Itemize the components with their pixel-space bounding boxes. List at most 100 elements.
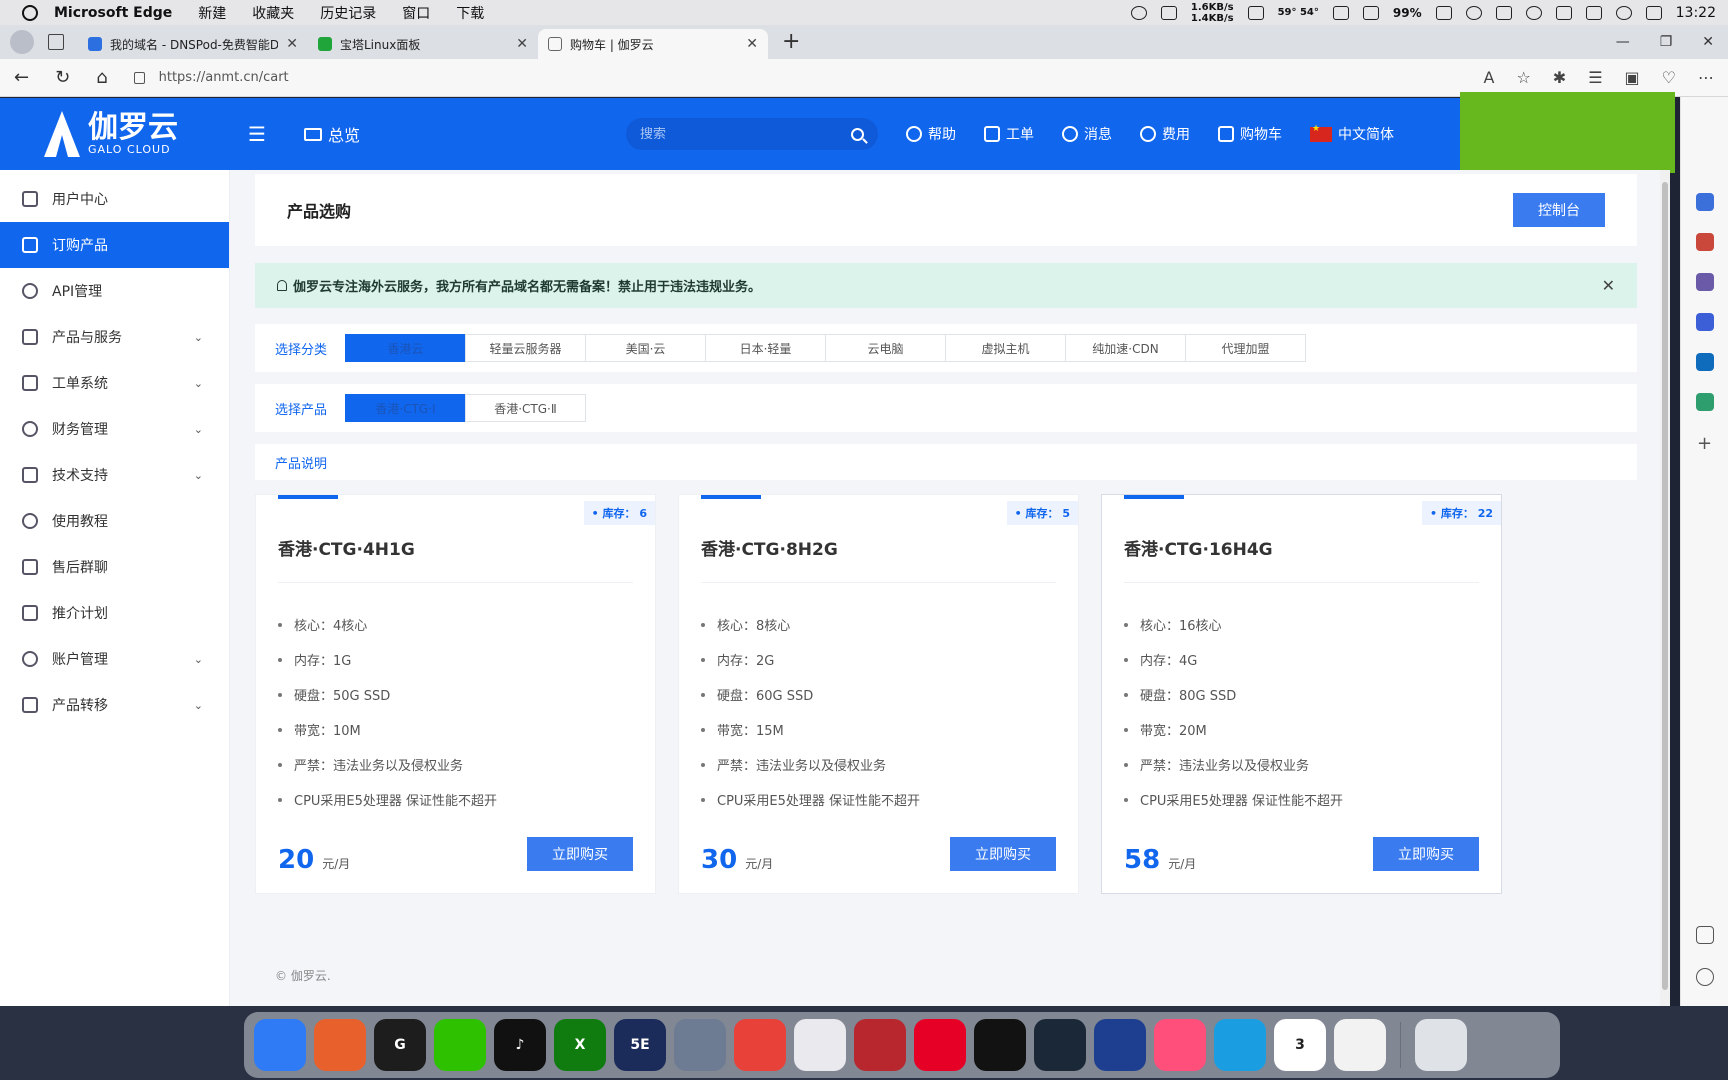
search-box[interactable]: [625, 118, 878, 150]
wechat-icon[interactable]: [434, 1019, 486, 1071]
console-button[interactable]: 控制台: [1513, 193, 1605, 227]
eject-icon[interactable]: [1555, 5, 1572, 20]
trash-icon[interactable]: [1415, 1019, 1467, 1071]
category-option[interactable]: 香港云: [345, 334, 466, 362]
xbox-icon[interactable]: X: [554, 1019, 606, 1071]
overview-link[interactable]: 总览: [303, 122, 360, 146]
messages-link[interactable]: 消息: [1061, 124, 1112, 144]
url-field[interactable]: https://anmt.cn/cart: [133, 64, 1484, 92]
minimize-icon[interactable]: —: [1616, 34, 1630, 50]
sidebar-item-finance[interactable]: 财务管理 ⌄: [0, 406, 229, 452]
product-option[interactable]: 香港·CTG·I: [345, 394, 466, 422]
toolbox-icon[interactable]: [1695, 233, 1714, 251]
calendar-icon[interactable]: 3: [1274, 1019, 1326, 1071]
close-icon[interactable]: ✕: [746, 36, 758, 52]
sidebar-item-tutorials[interactable]: 使用教程: [0, 498, 229, 544]
ticket-link[interactable]: 工单: [983, 124, 1034, 144]
apple-icon[interactable]: [22, 4, 38, 21]
category-option[interactable]: 美国·云: [585, 334, 706, 362]
close-window-icon[interactable]: ✕: [1702, 34, 1714, 50]
sidebar-item-tickets[interactable]: 工单系统 ⌄: [0, 360, 229, 406]
sidebar-item-order-products[interactable]: 订购产品: [0, 222, 229, 268]
app-icon[interactable]: [974, 1019, 1026, 1071]
performance-icon[interactable]: ♡: [1662, 68, 1676, 87]
sidebar-item-user-center[interactable]: 用户中心: [0, 176, 229, 222]
language-selector[interactable]: 中文简体: [1309, 124, 1394, 144]
more-icon[interactable]: ⋯: [1698, 68, 1714, 87]
category-option[interactable]: 虚拟主机: [945, 334, 1066, 362]
chess-icon[interactable]: [1695, 273, 1714, 291]
scrollbar-thumb[interactable]: [1662, 182, 1668, 990]
close-icon[interactable]: ✕: [1602, 276, 1615, 295]
settings-icon[interactable]: [1695, 968, 1714, 986]
drop-icon[interactable]: [1695, 393, 1714, 411]
back-icon[interactable]: ←: [14, 67, 29, 88]
buy-now-button[interactable]: 立即购买: [1373, 837, 1479, 871]
favorite-star-icon[interactable]: ☆: [1516, 68, 1530, 87]
avatar-icon[interactable]: [854, 1019, 906, 1071]
wifi-icon[interactable]: [1465, 5, 1482, 20]
extensions-icon[interactable]: ✱: [1553, 68, 1566, 87]
buy-now-button[interactable]: 立即购买: [950, 837, 1056, 871]
help-link[interactable]: 帮助: [905, 124, 956, 144]
control-center-icon[interactable]: [1645, 5, 1662, 20]
rocket-icon[interactable]: [1094, 1019, 1146, 1071]
tab-dnspod[interactable]: 我的域名 - DNSPod-免费智能DN ✕: [78, 29, 308, 59]
logo[interactable]: 伽罗云 GALO CLOUD: [0, 111, 210, 157]
tab-cart[interactable]: 购物车 | 伽罗云 ✕: [538, 29, 768, 59]
category-option[interactable]: 纯加速·CDN: [1065, 334, 1186, 362]
screenshot-icon[interactable]: [1695, 926, 1714, 944]
menu-new[interactable]: 新建: [198, 3, 226, 23]
description-label[interactable]: 产品说明: [275, 453, 327, 472]
read-aloud-icon[interactable]: A: [1483, 68, 1494, 87]
app-status-icon[interactable]: [1585, 5, 1602, 20]
search-input[interactable]: [639, 126, 851, 142]
firefox-icon[interactable]: [314, 1019, 366, 1071]
clock-icon[interactable]: [1334, 1019, 1386, 1071]
menu-history[interactable]: 历史记录: [320, 3, 376, 23]
scrollbar[interactable]: [1660, 170, 1670, 1006]
app-name[interactable]: Microsoft Edge: [54, 5, 172, 21]
category-option[interactable]: 云电脑: [825, 334, 946, 362]
app-icon[interactable]: [734, 1019, 786, 1071]
category-option[interactable]: 代理加盟: [1185, 334, 1306, 362]
home-icon[interactable]: ⌂: [96, 67, 107, 88]
edge-icon[interactable]: [1214, 1019, 1266, 1071]
sidebar-item-referral[interactable]: 推介计划: [0, 590, 229, 636]
refresh-icon[interactable]: ↻: [55, 67, 70, 88]
battery-icon[interactable]: [1435, 5, 1452, 20]
finder-icon[interactable]: [254, 1019, 306, 1071]
close-icon[interactable]: ✕: [286, 36, 298, 52]
sidebar-item-products-services[interactable]: 产品与服务 ⌄: [0, 314, 229, 360]
search-icon[interactable]: [850, 127, 864, 141]
tag-icon[interactable]: [1695, 193, 1714, 211]
close-icon[interactable]: ✕: [516, 36, 528, 52]
collections-icon[interactable]: ▣: [1625, 68, 1640, 87]
category-option[interactable]: 日本·轻量: [705, 334, 826, 362]
sidebar-item-api[interactable]: API管理: [0, 268, 229, 314]
add-icon[interactable]: +: [1697, 433, 1712, 454]
sidebar-toggle-icon[interactable]: [1362, 5, 1379, 20]
netease-music-icon[interactable]: [914, 1019, 966, 1071]
buy-now-button[interactable]: 立即购买: [527, 837, 633, 871]
lock-icon[interactable]: [133, 71, 145, 84]
menu-toggle-icon[interactable]: ☰: [248, 122, 266, 146]
status-app-icon[interactable]: [1130, 5, 1147, 20]
volume-icon[interactable]: [1525, 5, 1542, 20]
vertical-tabs-icon[interactable]: [48, 34, 64, 50]
menu-window[interactable]: 窗口: [402, 3, 430, 23]
restore-icon[interactable]: ❐: [1660, 34, 1673, 50]
outlook-icon[interactable]: [1695, 353, 1714, 371]
sidebar-item-group-chat[interactable]: 售后群聊: [0, 544, 229, 590]
spotlight-icon[interactable]: [1615, 5, 1632, 20]
menu-downloads[interactable]: 下载: [456, 3, 484, 23]
menu-favorites[interactable]: 收藏夹: [252, 3, 294, 23]
new-tab-icon[interactable]: +: [782, 29, 800, 54]
tiktok-icon[interactable]: ♪: [494, 1019, 546, 1071]
sidebar-item-transfer[interactable]: 产品转移 ⌄: [0, 682, 229, 728]
steam-icon[interactable]: [1034, 1019, 1086, 1071]
category-option[interactable]: 轻量云服务器: [465, 334, 586, 362]
favorites-icon[interactable]: ☰: [1588, 68, 1602, 87]
player-icon[interactable]: [1154, 1019, 1206, 1071]
cart-link[interactable]: 购物车: [1217, 124, 1282, 144]
